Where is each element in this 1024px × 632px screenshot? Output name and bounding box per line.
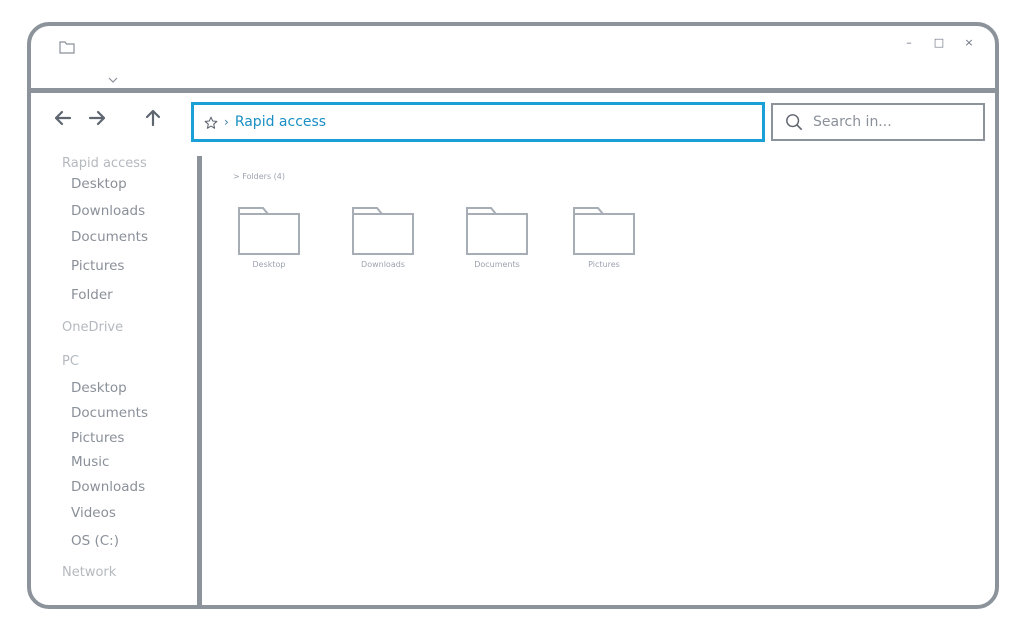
sidebar-item-desktop[interactable]: Desktop: [71, 176, 127, 192]
toolbar-divider: [31, 88, 995, 93]
forward-button[interactable]: [87, 108, 107, 128]
sidebar-item-pc-downloads[interactable]: Downloads: [71, 479, 145, 495]
minimize-button[interactable]: –: [903, 36, 915, 49]
search-icon: [785, 113, 803, 131]
folder-icon: [466, 207, 528, 255]
navigation-sidebar: Rapid access Desktop Downloads Documents…: [31, 150, 197, 605]
sidebar-divider[interactable]: [197, 156, 202, 605]
folder-icon: [238, 207, 300, 255]
up-button[interactable]: [143, 108, 163, 128]
sidebar-section-network[interactable]: Network: [62, 565, 116, 580]
sidebar-item-os-c[interactable]: OS (C:): [71, 533, 119, 549]
folder-name: Documents: [474, 260, 520, 269]
sidebar-item-pc-desktop[interactable]: Desktop: [71, 380, 127, 396]
maximize-button[interactable]: □: [933, 36, 945, 49]
folder-icon: [352, 207, 414, 255]
sidebar-item-pc-documents[interactable]: Documents: [71, 405, 148, 421]
breadcrumb-location[interactable]: Rapid access: [235, 114, 326, 130]
sidebar-item-pc-pictures[interactable]: Pictures: [71, 430, 124, 446]
window-controls: – □ ×: [903, 36, 975, 49]
folder-tile-downloads[interactable]: Downloads: [343, 204, 423, 284]
sidebar-item-downloads[interactable]: Downloads: [71, 203, 145, 219]
folder-tile-documents[interactable]: Documents: [457, 204, 537, 284]
search-box[interactable]: [771, 103, 985, 141]
arrow-right-icon: [88, 110, 106, 126]
folder-tile-pictures[interactable]: Pictures: [564, 204, 644, 284]
folders-group-label[interactable]: > Folders (4): [233, 172, 285, 181]
sidebar-item-folder[interactable]: Folder: [71, 287, 113, 303]
breadcrumb-separator: ›: [224, 115, 229, 129]
back-button[interactable]: [53, 108, 73, 128]
folder-name: Desktop: [252, 260, 286, 269]
folder-icon: [59, 39, 75, 54]
chevron-down-icon[interactable]: [107, 70, 119, 83]
sidebar-section-rapid-access[interactable]: Rapid access: [62, 156, 147, 171]
address-bar[interactable]: › Rapid access: [191, 102, 765, 142]
sidebar-section-onedrive[interactable]: OneDrive: [62, 320, 123, 335]
sidebar-section-pc[interactable]: PC: [62, 354, 79, 369]
folder-tile-desktop[interactable]: Desktop: [229, 204, 309, 284]
title-bar: – □ ×: [31, 26, 995, 90]
star-icon: [204, 115, 218, 129]
folder-icon: [573, 207, 635, 255]
sidebar-item-pc-music[interactable]: Music: [71, 454, 109, 470]
arrow-left-icon: [54, 110, 72, 126]
search-input[interactable]: [811, 113, 975, 131]
file-explorer-window: – □ × › Rapid access Search in... Rapid …: [27, 22, 999, 609]
arrow-up-icon: [145, 109, 161, 127]
close-button[interactable]: ×: [963, 36, 975, 49]
sidebar-item-documents[interactable]: Documents: [71, 229, 148, 245]
navigation-buttons: [53, 108, 163, 128]
content-pane: > Folders (4) Desktop Downloads Document…: [206, 150, 995, 605]
folder-name: Downloads: [361, 260, 405, 269]
sidebar-item-pictures[interactable]: Pictures: [71, 258, 124, 274]
sidebar-item-pc-videos[interactable]: Videos: [71, 505, 116, 521]
folder-name: Pictures: [588, 260, 620, 269]
